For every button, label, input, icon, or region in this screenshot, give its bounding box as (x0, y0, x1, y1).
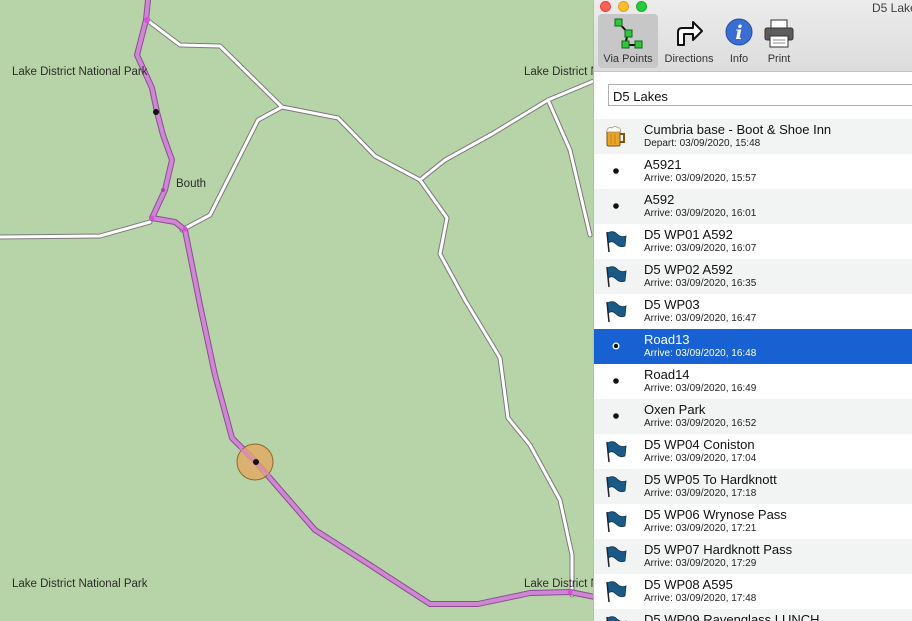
map-canvas[interactable] (0, 0, 600, 621)
minimize-window-button[interactable] (618, 1, 629, 12)
dot-icon (604, 194, 628, 218)
dot-icon (604, 159, 628, 183)
map-label-national-park: Lake District National Park (12, 66, 148, 78)
via-point-title: D5 WP09 Ravenglass LUNCH (644, 612, 820, 621)
svg-text:i: i (735, 22, 742, 44)
bouth-marker (161, 188, 165, 192)
via-point-time: Arrive: 03/09/2020, 17:29 (644, 558, 757, 569)
route-node (149, 215, 155, 221)
via-point-title: Cumbria base - Boot & Shoe Inn (644, 122, 832, 137)
map-label-national-park: Lake District National Park (12, 578, 148, 590)
via-point-marker[interactable] (153, 109, 159, 115)
via-point-row[interactable]: D5 WP07 Hardknott Pass Arrive: 03/09/2020… (594, 539, 912, 574)
via-points-button[interactable]: Via Points (598, 14, 658, 68)
directions-label: Directions (664, 53, 714, 65)
via-point-title: D5 WP04 Coniston (644, 437, 755, 452)
info-button[interactable]: i Info (720, 14, 758, 68)
route-node (144, 17, 150, 23)
via-point-row[interactable]: D5 WP05 To Hardknott Arrive: 03/09/2020, … (594, 469, 912, 504)
via-point-title: D5 WP05 To Hardknott (644, 472, 777, 487)
via-point-time: Arrive: 03/09/2020, 17:48 (644, 593, 757, 604)
selected-via-point-marker[interactable] (253, 459, 259, 465)
directions-icon (673, 17, 705, 54)
via-point-time: Depart: 03/09/2020, 15:48 (644, 138, 761, 149)
flag-icon (604, 264, 628, 288)
via-point-title: D5 WP08 A595 (644, 577, 733, 592)
via-point-row[interactable]: A5921 Arrive: 03/09/2020, 15:57 (594, 154, 912, 189)
via-points-list[interactable]: Cumbria base - Boot & Shoe Inn Depart: 03… (594, 119, 912, 621)
via-point-title: D5 WP01 A592 (644, 227, 733, 242)
via-point-row[interactable]: D5 WP03 Arrive: 03/09/2020, 16:47 (594, 294, 912, 329)
info-icon: i (724, 17, 754, 52)
via-point-title: D5 WP06 Wrynose Pass (644, 507, 787, 522)
via-point-time: Arrive: 03/09/2020, 16:01 (644, 208, 757, 219)
dot-icon (604, 404, 628, 428)
print-label: Print (767, 53, 791, 65)
via-point-time: Arrive: 03/09/2020, 16:07 (644, 243, 757, 254)
window-title: D5 Lakes (872, 1, 912, 15)
via-point-title: A592 (644, 192, 675, 207)
route-name-field[interactable] (608, 84, 912, 106)
via-point-row[interactable]: Cumbria base - Boot & Shoe Inn Depart: 03… (594, 119, 912, 154)
via-point-row[interactable]: A592 Arrive: 03/09/2020, 16:01 (594, 189, 912, 224)
flag-icon (604, 439, 628, 463)
via-point-row[interactable]: D5 WP08 A595 Arrive: 03/09/2020, 17:48 (594, 574, 912, 609)
via-points-icon (612, 17, 644, 56)
zoom-window-button[interactable] (636, 1, 647, 12)
via-point-row[interactable]: D5 WP01 A592 Arrive: 03/09/2020, 16:07 (594, 224, 912, 259)
via-point-row[interactable]: Road14 Arrive: 03/09/2020, 16:49 (594, 364, 912, 399)
via-points-label: Via Points (603, 53, 653, 65)
via-point-title: Road14 (644, 367, 690, 382)
flag-icon (604, 544, 628, 568)
via-point-title: D5 WP03 (644, 297, 700, 312)
flag-icon (604, 474, 628, 498)
flag-icon (604, 229, 628, 253)
info-label: Info (729, 53, 749, 65)
via-point-row[interactable]: D5 WP06 Wrynose Pass Arrive: 03/09/2020, … (594, 504, 912, 539)
route-node (182, 226, 188, 232)
close-window-button[interactable] (600, 1, 611, 12)
flag-icon (604, 579, 628, 603)
map-label-bouth: Bouth (176, 178, 207, 190)
via-point-time: Arrive: 03/09/2020, 16:47 (644, 313, 757, 324)
print-button[interactable]: Print (760, 14, 798, 68)
route-node (567, 589, 573, 595)
via-point-time: Arrive: 03/09/2020, 17:18 (644, 488, 757, 499)
via-point-row[interactable]: Oxen Park Arrive: 03/09/2020, 16:52 (594, 399, 912, 434)
via-point-time: Arrive: 03/09/2020, 16:48 (644, 348, 757, 359)
via-point-title: D5 WP02 A592 (644, 262, 733, 277)
flag-icon (604, 614, 628, 621)
via-point-title: Road13 (644, 332, 690, 347)
map-view[interactable]: Lake District National Park Lake Distric… (0, 0, 660, 621)
via-point-time: Arrive: 03/09/2020, 16:52 (644, 418, 757, 429)
beer-mug-icon (604, 124, 628, 148)
via-point-time: Arrive: 03/09/2020, 16:49 (644, 383, 757, 394)
via-point-row[interactable]: D5 WP02 A592 Arrive: 03/09/2020, 16:35 (594, 259, 912, 294)
directions-button[interactable]: Directions (660, 14, 718, 68)
via-point-title: D5 WP07 Hardknott Pass (644, 542, 793, 557)
via-point-row[interactable]: D5 WP04 Coniston Arrive: 03/09/2020, 17:0… (594, 434, 912, 469)
via-point-title: A5921 (644, 157, 682, 172)
dot-icon (604, 334, 628, 358)
flag-icon (604, 299, 628, 323)
map-background (0, 0, 600, 621)
via-point-time: Arrive: 03/09/2020, 16:35 (644, 278, 757, 289)
toolbar: D5 Lakes Via Points Directions (594, 0, 912, 72)
dot-icon (604, 369, 628, 393)
via-point-time: Arrive: 03/09/2020, 17:21 (644, 523, 757, 534)
printer-icon (763, 17, 795, 54)
route-panel: D5 Lakes Via Points Directions (593, 0, 912, 621)
flag-icon (604, 509, 628, 533)
via-point-row[interactable]: Road13 Arrive: 03/09/2020, 16:48 (594, 329, 912, 364)
via-point-row[interactable]: D5 WP09 Ravenglass LUNCH (594, 609, 912, 621)
via-point-time: Arrive: 03/09/2020, 17:04 (644, 453, 757, 464)
via-point-time: Arrive: 03/09/2020, 15:57 (644, 173, 757, 184)
via-point-title: Oxen Park (644, 402, 706, 417)
